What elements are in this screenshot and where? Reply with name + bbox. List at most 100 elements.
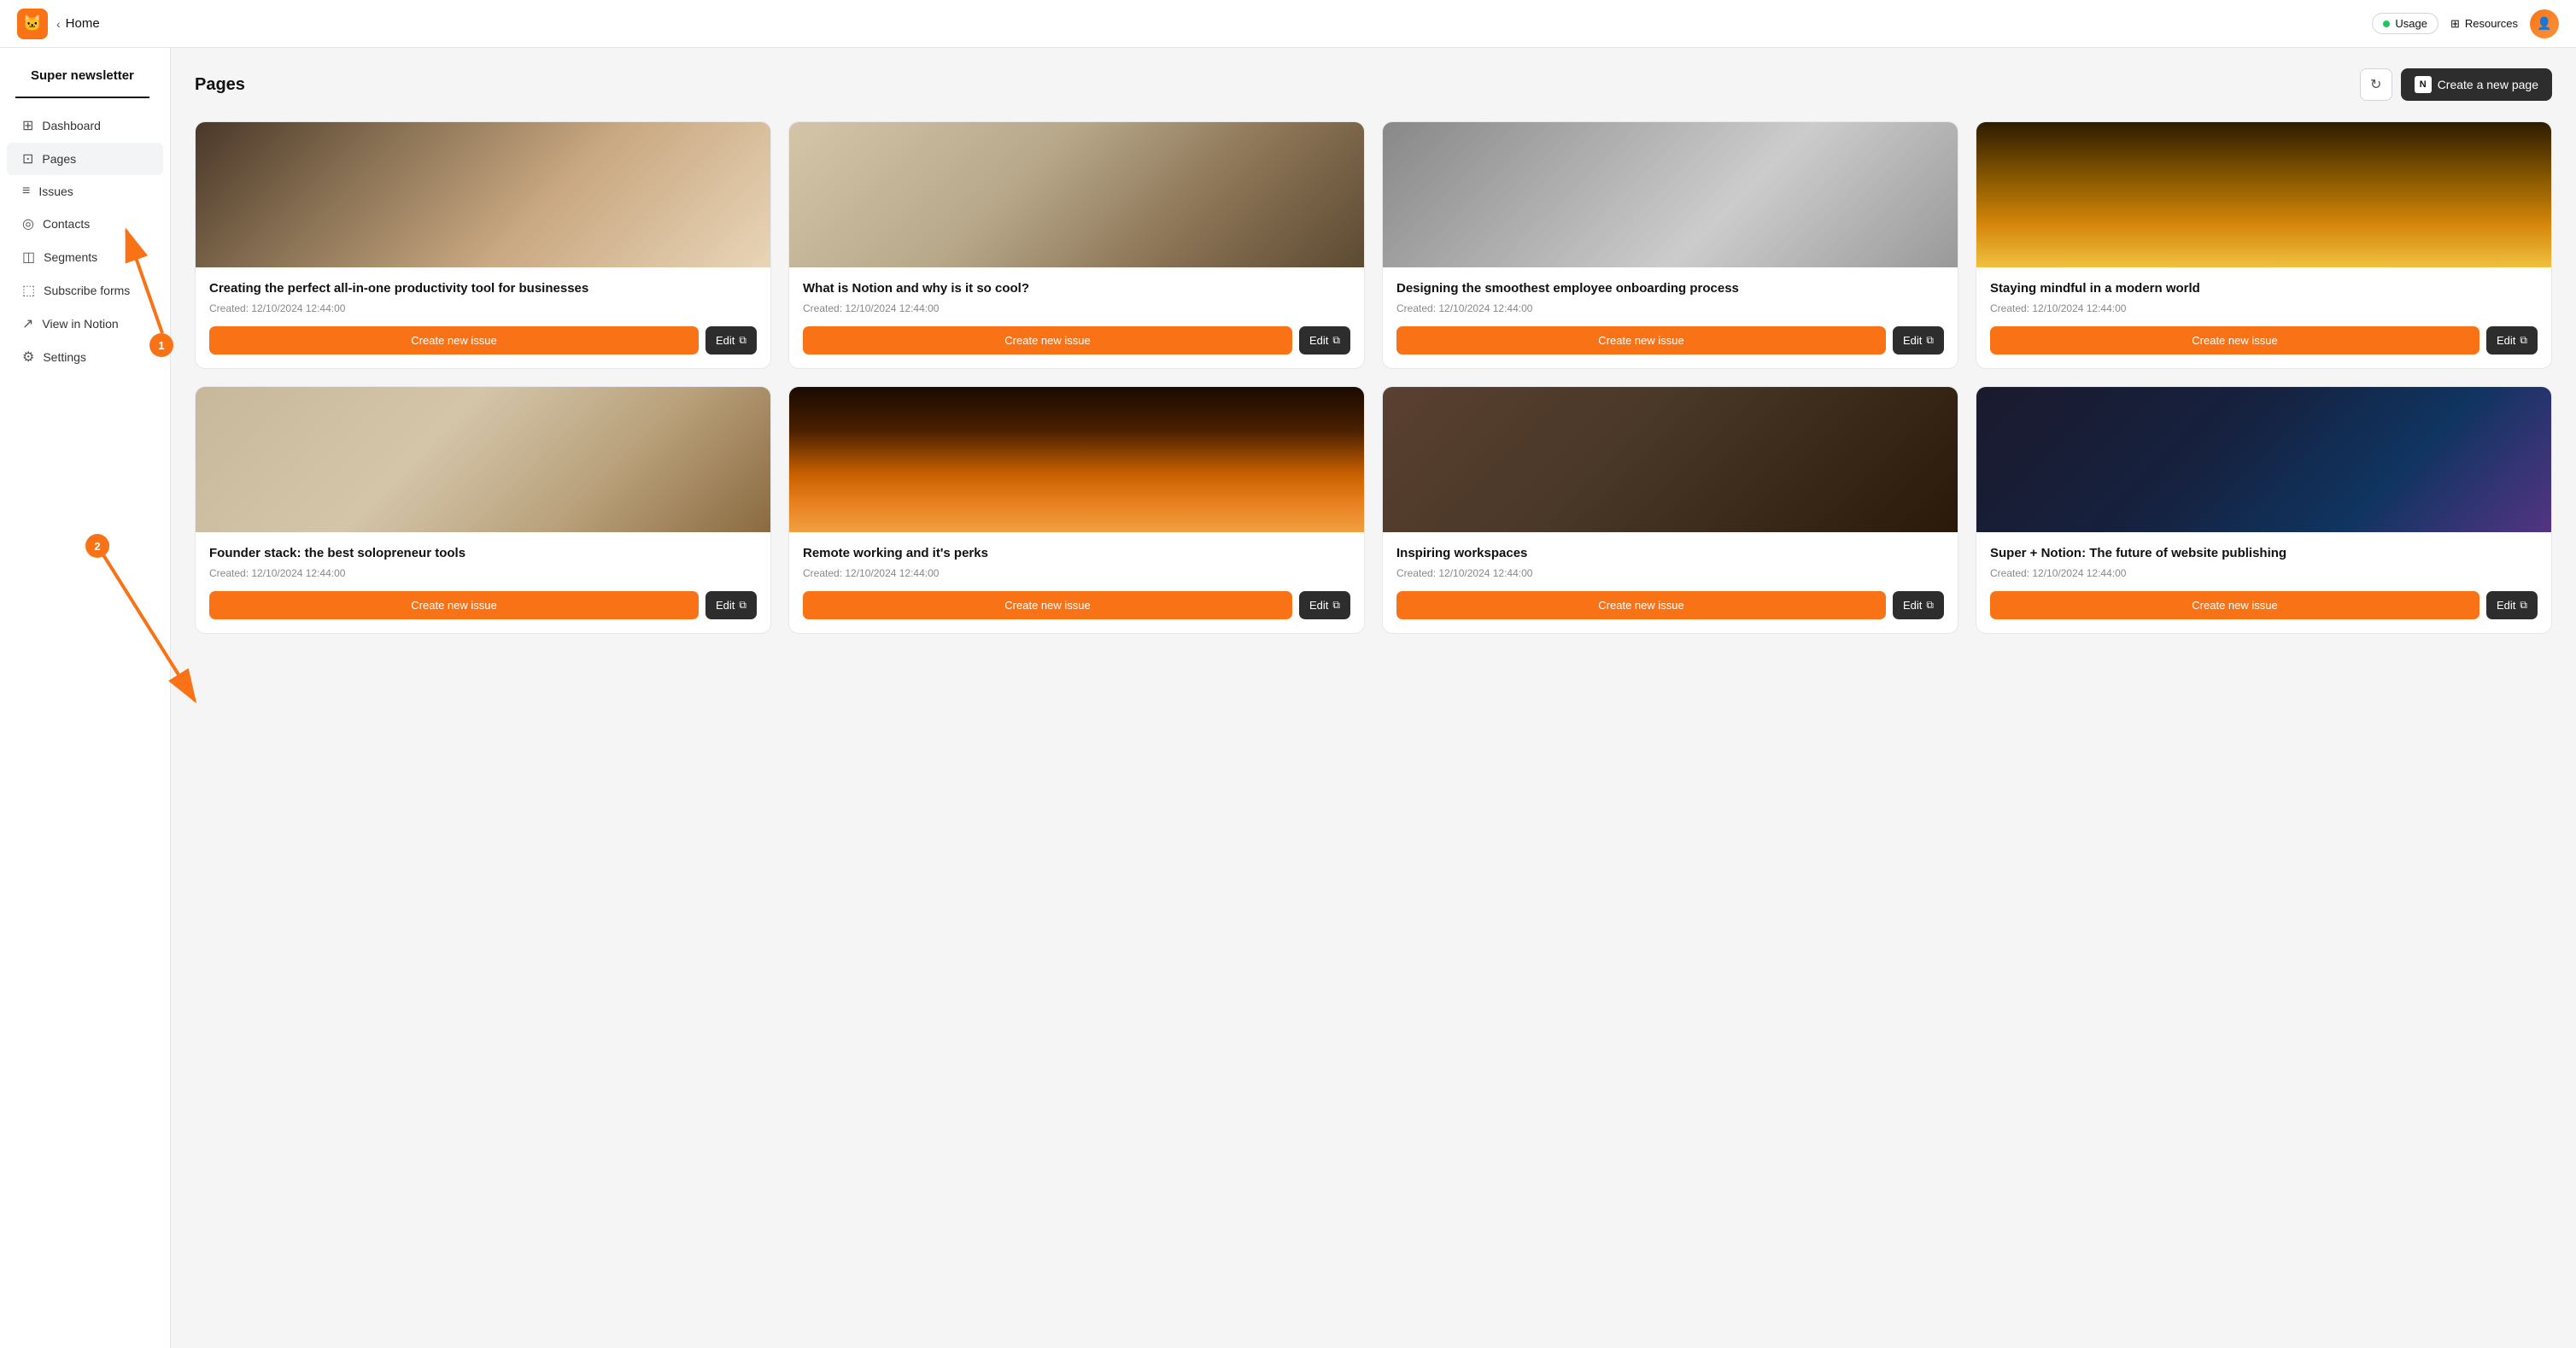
create-issue-button-6[interactable]: Create new issue [803,591,1292,619]
edit-label-8: Edit [2497,599,2515,612]
resources-label: Resources [2465,17,2518,30]
settings-icon: ⚙ [22,349,34,366]
refresh-button[interactable]: ↻ [2360,68,2392,101]
subscribe-forms-icon: ⬚ [22,282,35,299]
topbar-right: Usage ⊞ Resources 👤 [2372,9,2559,38]
usage-button[interactable]: Usage [2372,13,2438,34]
edit-label-2: Edit [1309,334,1328,347]
edit-label-6: Edit [1309,599,1328,612]
usage-dot-icon [2383,21,2390,27]
edit-icon-1: ⧉ [739,334,746,347]
back-nav[interactable]: ‹ Home [56,16,100,31]
resources-button[interactable]: ⊞ Resources [2450,17,2518,31]
back-label: Home [66,16,100,31]
page-card-actions-8: Create new issue Edit ⧉ [1990,591,2538,619]
sidebar-item-pages[interactable]: ⊡ Pages [7,143,163,175]
user-avatar[interactable]: 👤 [2530,9,2559,38]
edit-label-1: Edit [716,334,735,347]
sidebar-item-segments[interactable]: ◫ Segments [7,241,163,273]
create-page-button[interactable]: N Create a new page [2401,68,2552,101]
edit-button-6[interactable]: Edit ⧉ [1299,591,1350,619]
edit-icon-8: ⧉ [2520,599,2527,612]
edit-icon-5: ⧉ [739,599,746,612]
edit-button-2[interactable]: Edit ⧉ [1299,326,1350,355]
edit-button-3[interactable]: Edit ⧉ [1893,326,1944,355]
create-issue-button-7[interactable]: Create new issue [1396,591,1886,619]
page-card-image-7 [1383,387,1958,532]
back-arrow-icon: ‹ [56,17,61,31]
page-card-2: What is Notion and why is it so cool? Cr… [788,121,1365,369]
page-card-date-3: Created: 12/10/2024 12:44:00 [1396,302,1944,314]
edit-button-8[interactable]: Edit ⧉ [2486,591,2538,619]
page-card-actions-1: Create new issue Edit ⧉ [209,326,757,355]
create-issue-button-1[interactable]: Create new issue [209,326,699,355]
create-issue-button-8[interactable]: Create new issue [1990,591,2479,619]
sidebar-item-dashboard[interactable]: ⊞ Dashboard [7,109,163,142]
edit-icon-6: ⧉ [1332,599,1340,612]
pages-icon: ⊡ [22,150,33,167]
topbar-left: 🐱 ‹ Home [17,9,100,39]
page-card-3: Designing the smoothest employee onboard… [1382,121,1958,369]
page-card-1: Creating the perfect all-in-one producti… [195,121,771,369]
sidebar-item-contacts[interactable]: ◎ Contacts [7,208,163,240]
create-issue-button-4[interactable]: Create new issue [1990,326,2479,355]
usage-label: Usage [2395,17,2427,30]
sidebar-item-view-in-notion[interactable]: ↗ View in Notion [7,308,163,340]
segments-icon: ◫ [22,249,35,266]
page-card-date-2: Created: 12/10/2024 12:44:00 [803,302,1350,314]
page-card-actions-7: Create new issue Edit ⧉ [1396,591,1944,619]
edit-button-7[interactable]: Edit ⧉ [1893,591,1944,619]
page-card-6: Remote working and it's perks Created: 1… [788,386,1365,634]
create-issue-button-3[interactable]: Create new issue [1396,326,1886,355]
edit-icon-3: ⧉ [1926,334,1934,347]
page-card-body-1: Creating the perfect all-in-one producti… [196,267,770,368]
create-issue-button-2[interactable]: Create new issue [803,326,1292,355]
edit-button-5[interactable]: Edit ⧉ [705,591,757,619]
edit-button-1[interactable]: Edit ⧉ [705,326,757,355]
refresh-icon: ↻ [2370,76,2381,93]
edit-label-7: Edit [1903,599,1922,612]
page-card-body-2: What is Notion and why is it so cool? Cr… [789,267,1364,368]
sidebar-label-settings: Settings [43,350,86,364]
page-card-title-8: Super + Notion: The future of website pu… [1990,544,2538,562]
page-card-image-3 [1383,122,1958,267]
page-card-image-1 [196,122,770,267]
sidebar-label-issues: Issues [38,185,73,198]
contacts-icon: ◎ [22,215,34,232]
sidebar-item-settings[interactable]: ⚙ Settings [7,341,163,373]
page-title: Pages [195,75,245,95]
page-card-date-1: Created: 12/10/2024 12:44:00 [209,302,757,314]
sidebar-brand: Super newsletter [15,62,149,98]
sidebar-item-issues[interactable]: ≡ Issues [7,176,163,207]
page-card-title-1: Creating the perfect all-in-one producti… [209,279,757,297]
page-card-4: Staying mindful in a modern world Create… [1976,121,2552,369]
page-card-title-5: Founder stack: the best solopreneur tool… [209,544,757,562]
sidebar-nav: ⊞ Dashboard ⊡ Pages ≡ Issues ◎ Contacts … [0,109,170,373]
edit-icon-2: ⧉ [1332,334,1340,347]
sidebar-item-subscribe-forms[interactable]: ⬚ Subscribe forms [7,274,163,307]
page-card-date-4: Created: 12/10/2024 12:44:00 [1990,302,2538,314]
create-issue-button-5[interactable]: Create new issue [209,591,699,619]
page-card-image-5 [196,387,770,532]
page-card-actions-5: Create new issue Edit ⧉ [209,591,757,619]
pages-grid: Creating the perfect all-in-one producti… [195,121,2552,634]
page-card-actions-4: Create new issue Edit ⧉ [1990,326,2538,355]
sidebar-label-contacts: Contacts [43,217,90,231]
resources-icon: ⊞ [2450,17,2460,31]
dashboard-icon: ⊞ [22,117,33,134]
sidebar-label-dashboard: Dashboard [42,119,101,132]
page-card-title-4: Staying mindful in a modern world [1990,279,2538,297]
page-card-7: Inspiring workspaces Created: 12/10/2024… [1382,386,1958,634]
page-card-body-6: Remote working and it's perks Created: 1… [789,532,1364,633]
sidebar-label-subscribe-forms: Subscribe forms [44,284,130,297]
app-layout: Super newsletter ⊞ Dashboard ⊡ Pages ≡ I… [0,0,2576,1348]
header-actions: ↻ N Create a new page [2360,68,2552,101]
page-card-image-6 [789,387,1364,532]
page-card-date-7: Created: 12/10/2024 12:44:00 [1396,567,1944,579]
edit-button-4[interactable]: Edit ⧉ [2486,326,2538,355]
page-card-title-3: Designing the smoothest employee onboard… [1396,279,1944,297]
page-card-image-8 [1976,387,2551,532]
edit-icon-4: ⧉ [2520,334,2527,347]
page-card-body-8: Super + Notion: The future of website pu… [1976,532,2551,633]
main-content: Pages ↻ N Create a new page Creating the… [171,48,2576,1348]
